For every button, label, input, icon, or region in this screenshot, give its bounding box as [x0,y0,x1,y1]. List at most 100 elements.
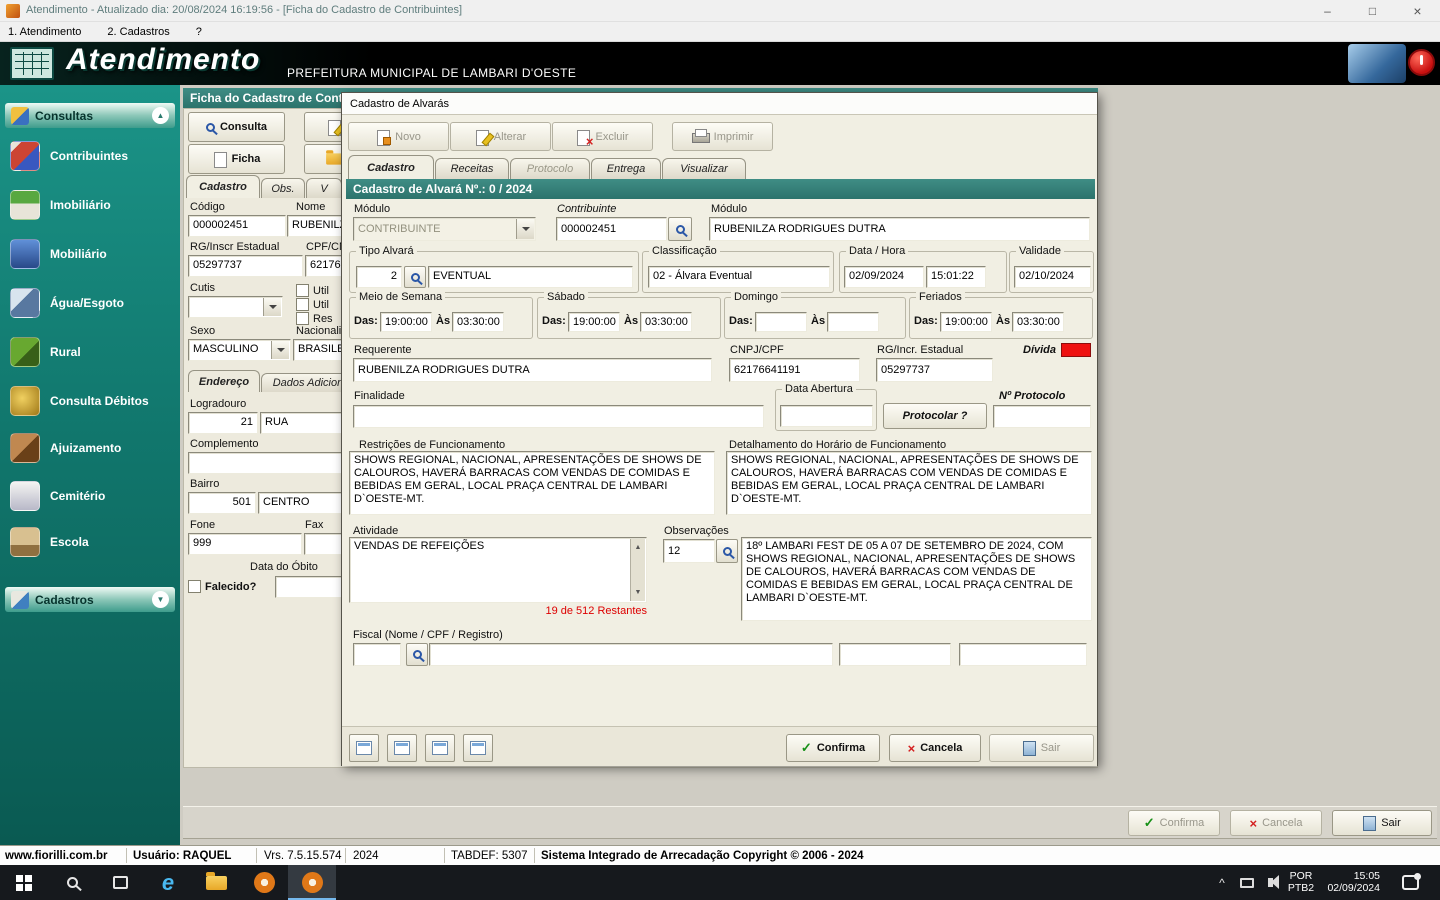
main-cancela-button[interactable]: ×Cancela [1230,810,1322,836]
sidebar-item-rural[interactable]: Rural [10,330,174,374]
menu-atendimento[interactable]: 1. Atendimento [8,26,81,38]
ficha-tab-cadastro[interactable]: Cadastro [186,175,260,198]
detalhamento-textarea[interactable]: SHOWS REGIONAL, NACIONAL, APRESENTAÇÕES … [726,451,1092,515]
browser-button[interactable]: e [144,865,192,900]
sabado-ate-input[interactable]: 03:30:00 [640,312,692,332]
finalidade-input[interactable] [353,405,764,428]
novo-button[interactable]: Novo [348,122,449,151]
app-button-1[interactable] [240,865,288,900]
sidebar-item-contribuintes[interactable]: Contribuintes [10,134,174,178]
sidebar-section-cadastros[interactable]: Cadastros ▼ [5,587,175,612]
network-icon[interactable] [1236,865,1258,900]
search-button[interactable] [48,865,96,900]
feriados-ate-input[interactable]: 03:30:00 [1012,312,1064,332]
contribuinte-input[interactable]: 000002451 [556,217,667,241]
sidebar-item-ajuizamento[interactable]: Ajuizamento [10,426,174,470]
tab-visualizar[interactable]: Visualizar [662,158,746,179]
observacoes-search-button[interactable] [716,539,738,563]
domingo-ate-input[interactable] [827,312,879,332]
nav-prev-button[interactable] [387,734,417,762]
close-button[interactable]: × [1395,0,1440,22]
tipo-nome-input[interactable]: EVENTUAL [428,266,633,288]
observacoes-cod-input[interactable]: 12 [663,539,715,563]
minimize-button[interactable]: – [1305,0,1350,22]
fiscal-nome-input[interactable] [429,643,833,666]
chevron-up-icon[interactable]: ▲ [152,107,169,124]
logradouro-cod-input[interactable]: 21 [188,412,258,434]
sidebar-item-cemiterio[interactable]: Cemitério [10,474,174,518]
menu-help[interactable]: ? [196,26,202,38]
obito-input[interactable] [275,576,345,598]
hora-input[interactable]: 15:01:22 [926,266,986,288]
alterar-button[interactable]: Alterar [450,122,551,151]
main-confirma-button[interactable]: ✓Confirma [1128,810,1220,836]
cancela-button[interactable]: ×Cancela [889,734,981,762]
atividade-scrollbar[interactable]: ▲▼ [630,539,645,601]
sexo-select[interactable]: MASCULINO [188,339,291,361]
main-sair-button[interactable]: Sair [1332,810,1432,836]
power-button-icon[interactable] [1408,49,1435,76]
volume-icon[interactable] [1258,865,1282,900]
fone-input[interactable]: 999 [188,533,302,555]
clock[interactable]: 15:0502/09/2024 [1320,870,1380,894]
nav-next-button[interactable] [425,734,455,762]
fiscal-cod-input[interactable] [353,643,401,666]
scroll-down-icon[interactable]: ▼ [635,586,642,599]
fiscal-search-button[interactable] [406,643,428,666]
observacoes-textarea[interactable]: 18º LAMBARI FEST DE 05 A 07 DE SETEMBRO … [741,537,1092,621]
sidebar-item-agua-esgoto[interactable]: Água/Esgoto [10,281,174,325]
sidebar-item-escola[interactable]: Escola [10,520,174,564]
language-indicator[interactable]: PORPTB2 [1284,870,1318,894]
imprimir-button[interactable]: Imprimir [672,122,773,151]
contribuinte-search-button[interactable] [668,217,692,241]
protocolar-button[interactable]: Protocolar ? [883,403,987,429]
consulta-button[interactable]: Consulta [188,112,285,142]
start-button[interactable] [0,865,48,900]
rg-input[interactable]: 05297737 [188,255,303,277]
excluir-button[interactable]: Excluir [552,122,653,151]
app-button-2-active[interactable] [288,865,336,900]
util1-checkbox[interactable] [296,284,309,297]
atividade-textarea[interactable]: VENDAS DE REFEIÇÕES ▲▼ [349,537,647,603]
sabado-das-input[interactable]: 19:00:00 [568,312,620,332]
rg-incr-input[interactable]: 05297737 [876,358,993,382]
meio-semana-das-input[interactable]: 19:00:00 [380,312,432,332]
fiscal-registro-input[interactable] [959,643,1087,666]
domingo-das-input[interactable] [755,312,807,332]
classificacao-input[interactable]: 02 - Álvara Eventual [648,266,830,288]
nav-first-button[interactable] [349,734,379,762]
falecido-checkbox[interactable] [188,580,201,593]
notification-icon[interactable] [1394,865,1426,900]
confirma-button[interactable]: ✓Confirma [786,734,880,762]
data-abertura-input[interactable] [780,405,873,427]
subtab-endereco[interactable]: Endereço [188,370,260,392]
restricoes-textarea[interactable]: SHOWS REGIONAL, NACIONAL, APRESENTAÇÕES … [349,451,715,515]
cnpj-input[interactable]: 62176641191 [729,358,860,382]
data-input[interactable]: 02/09/2024 [844,266,924,288]
tray-expand-button[interactable]: ^ [1210,865,1234,900]
dialog-titlebar[interactable]: Cadastro de Alvarás [342,93,1097,115]
requerente-input[interactable]: RUBENILZA RODRIGUES DUTRA [353,358,712,382]
sair-button[interactable]: Sair [989,734,1094,762]
sidebar-item-consulta-debitos[interactable]: Consulta Débitos [10,379,174,423]
complemento-input[interactable] [188,452,344,474]
tab-cadastro[interactable]: Cadastro [348,155,434,179]
num-protocolo-input[interactable] [993,405,1091,428]
ficha-tab-obs[interactable]: Obs. [261,178,305,198]
bairro-cod-input[interactable]: 501 [188,492,256,514]
res-checkbox[interactable] [296,312,309,325]
modulo-select[interactable]: CONTRIBUINTE [353,217,536,241]
sidebar-section-consultas[interactable]: Consultas ▲ [5,103,175,128]
chevron-down-icon[interactable]: ▼ [152,591,169,608]
tab-receitas[interactable]: Receitas [435,158,509,179]
sidebar-item-imobiliario[interactable]: Imobiliário [10,183,174,227]
ficha-button[interactable]: Ficha [188,144,285,174]
menu-cadastros[interactable]: 2. Cadastros [107,26,169,38]
util2-checkbox[interactable] [296,298,309,311]
codigo-input[interactable]: 000002451 [188,215,286,237]
taskview-button[interactable] [96,865,144,900]
modulo2-input[interactable]: RUBENILZA RODRIGUES DUTRA [709,217,1090,241]
meio-semana-ate-input[interactable]: 03:30:00 [452,312,504,332]
sidebar-item-mobiliario[interactable]: Mobiliário [10,232,174,276]
validade-input[interactable]: 02/10/2024 [1014,266,1091,288]
